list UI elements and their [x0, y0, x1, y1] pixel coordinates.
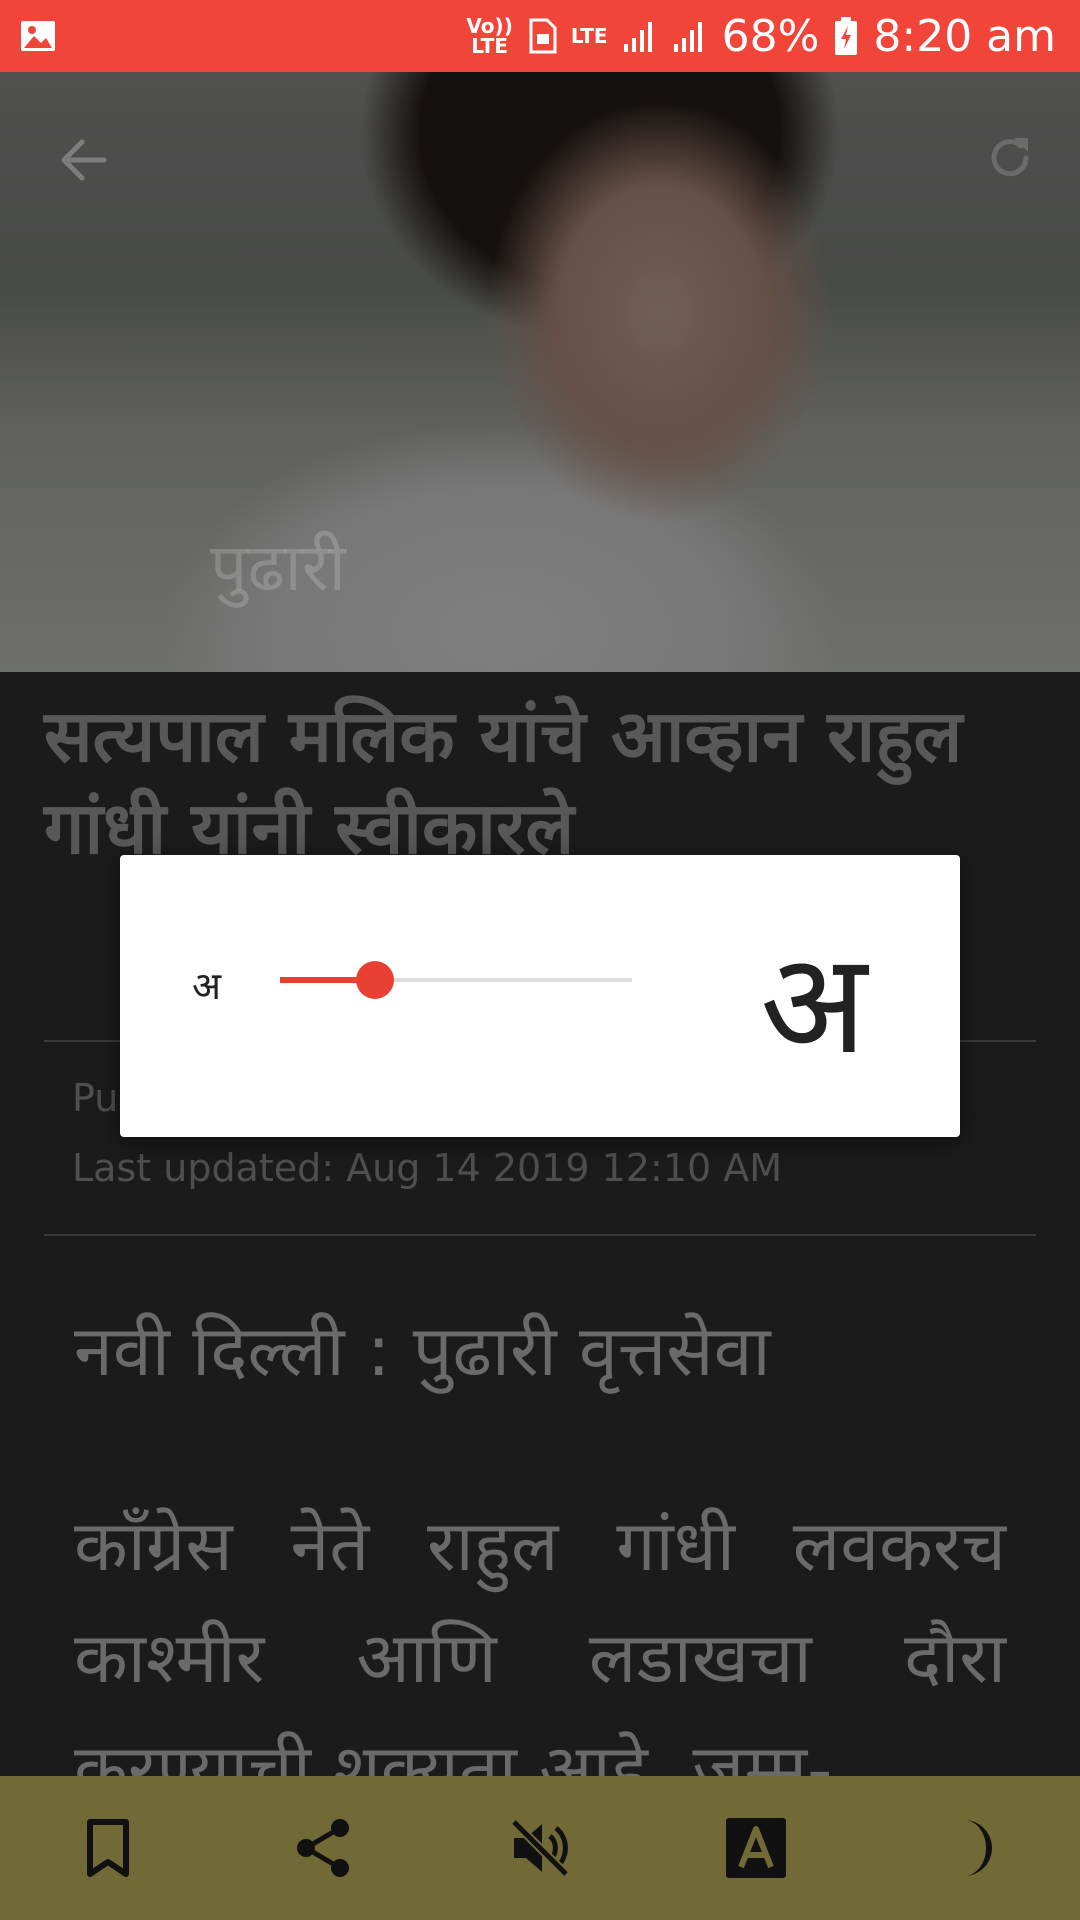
font-size-slider[interactable] — [280, 961, 632, 999]
clock: 8:20 am — [873, 10, 1056, 62]
last-updated-text: Last updated: Aug 14 2019 12:10 AM — [72, 1146, 782, 1190]
battery-percent: 68% — [721, 10, 820, 62]
small-font-label: अ — [192, 964, 222, 1008]
night-mode-button[interactable] — [932, 1808, 1012, 1888]
volte-indicator: Vo)) LTE — [466, 14, 513, 58]
bookmark-icon — [87, 1819, 129, 1877]
divider-2 — [44, 1234, 1036, 1236]
hero-dim-overlay — [0, 72, 1080, 672]
published-text: Pu — [72, 1076, 119, 1120]
bottom-action-bar — [0, 1776, 1080, 1920]
signal-icon-2 — [673, 22, 702, 52]
large-font-label: अ — [760, 923, 867, 1086]
battery-charging-icon — [835, 17, 858, 55]
share-button[interactable] — [284, 1808, 364, 1888]
bookmark-button[interactable] — [68, 1808, 148, 1888]
back-arrow-icon[interactable] — [54, 130, 114, 190]
refresh-icon[interactable] — [980, 128, 1040, 188]
status-bar: Vo)) LTE LTE 68% 8:20 am — [0, 0, 1080, 72]
lte-indicator: LTE — [570, 24, 608, 48]
signal-icon — [623, 22, 652, 52]
status-icons: Vo)) LTE LTE 68% 8:20 am — [466, 0, 1056, 72]
gallery-icon — [21, 21, 55, 51]
font-size-button[interactable] — [716, 1808, 796, 1888]
article-headline: सत्यपाल मलिक यांचे आव्हान राहुल गांधी या… — [44, 694, 963, 870]
font-size-icon — [726, 1818, 786, 1878]
sim-icon — [529, 18, 557, 54]
article-dateline: नवी दिल्ली : पुढारी वृत्तसेवा — [74, 1310, 771, 1392]
volume-mute-icon — [510, 1818, 570, 1878]
share-icon — [297, 1819, 349, 1877]
hero-watermark: पुढारी — [210, 529, 346, 606]
font-size-dialog: अ अ — [120, 855, 960, 1137]
mute-button[interactable] — [500, 1808, 580, 1888]
slider-thumb[interactable] — [356, 961, 394, 999]
moon-icon — [964, 1820, 992, 1876]
